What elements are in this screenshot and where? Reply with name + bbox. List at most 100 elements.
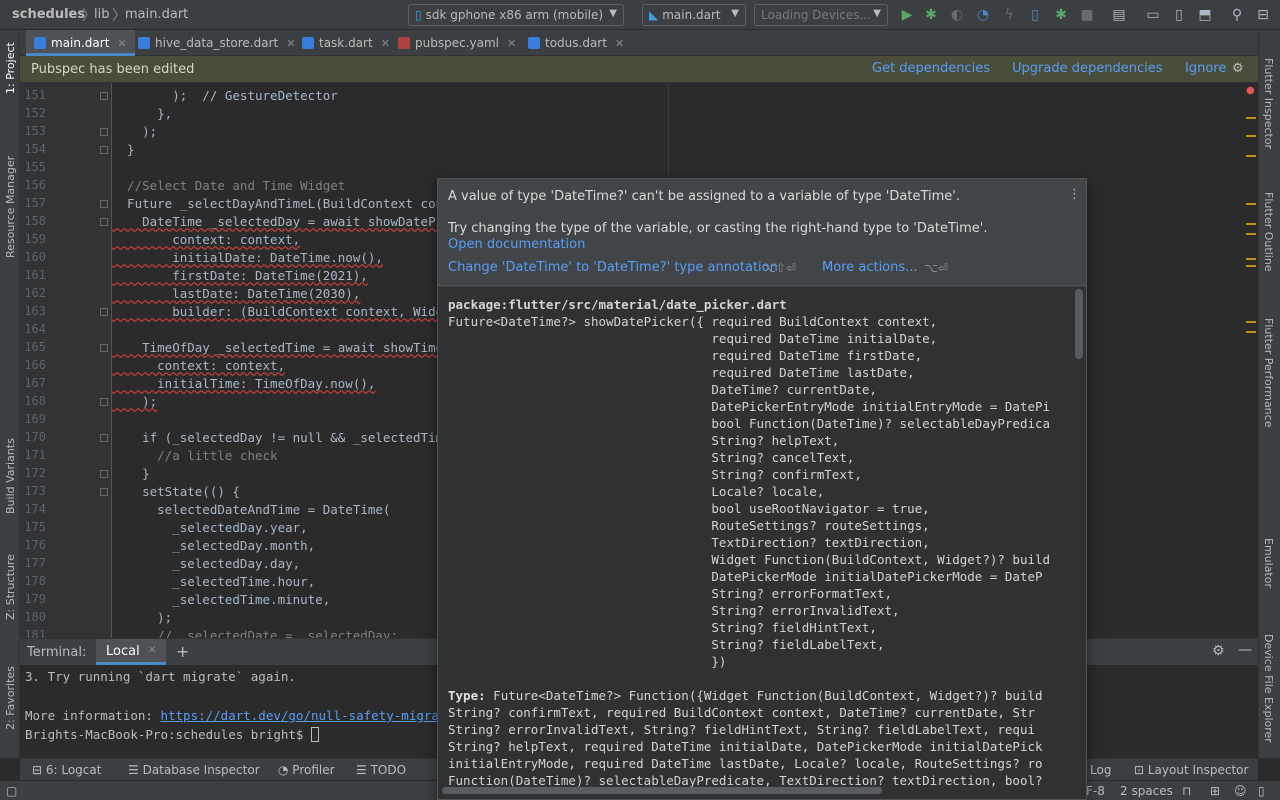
doc-signature-line: bool useRootNavigator = true, — [448, 501, 930, 516]
fold-marker-icon[interactable] — [100, 218, 108, 226]
tab-pubspec-yaml[interactable]: pubspec.yaml ✕ — [390, 30, 524, 56]
close-icon[interactable]: ✕ — [117, 37, 126, 50]
doc-signature-line: String? fieldLabelText, — [448, 637, 885, 652]
code-line: _selectedTime.hour, — [112, 574, 316, 589]
terminal-link[interactable]: https://dart.dev/go/null-safety-migratio… — [160, 708, 469, 723]
close-icon[interactable]: ✕ — [615, 37, 624, 50]
documentation-body[interactable]: package:flutter/src/material/date_picker… — [438, 287, 1086, 799]
flutter-outline-tool-button[interactable]: Flutter Outline — [1262, 192, 1275, 272]
quick-fix-link[interactable]: Change 'DateTime' to 'DateTime?' type an… — [448, 260, 778, 275]
fold-marker-icon[interactable] — [100, 200, 108, 208]
event-log-icon[interactable]: ▢ — [6, 784, 17, 798]
run-icon[interactable]: ▶ — [898, 6, 916, 24]
project-structure-icon[interactable]: ▤ — [1110, 6, 1128, 24]
close-icon[interactable]: ✕ — [381, 37, 390, 50]
terminal-line: 3. Try running `dart migrate` again. — [25, 669, 296, 684]
error-indicator-icon[interactable]: ● — [1246, 85, 1255, 96]
encoding-indicator[interactable]: F-8 — [1086, 784, 1105, 798]
gear-icon[interactable]: ⚙ — [1212, 643, 1225, 659]
fold-marker-icon[interactable] — [100, 308, 108, 316]
readonly-lock-icon[interactable]: ⊓ — [1182, 784, 1191, 798]
ignore-link[interactable]: Ignore — [1185, 61, 1226, 76]
resource-manager-tool-button[interactable]: Resource Manager — [4, 156, 17, 258]
layout-inspector-tool-button[interactable]: ⊡ Layout Inspector — [1134, 763, 1248, 777]
more-actions-link[interactable]: More actions... — [822, 260, 918, 275]
warning-marker[interactable] — [1246, 331, 1256, 333]
flutter-performance-tool-button[interactable]: Flutter Performance — [1262, 318, 1275, 427]
doc-signature-line: String? errorFormatText, — [448, 586, 893, 601]
new-terminal-plus-icon[interactable]: + — [176, 642, 189, 661]
warning-marker[interactable] — [1246, 265, 1256, 267]
log-tool-button[interactable]: Log — [1090, 763, 1111, 777]
terminal-icon[interactable]: ▭ — [1144, 6, 1162, 24]
flutter-inspector-tool-button[interactable]: Flutter Inspector — [1262, 58, 1275, 149]
search-icon[interactable]: ⚲ — [1228, 6, 1246, 24]
breadcrumb-project[interactable]: schedules — [12, 7, 85, 22]
structure-tool-button[interactable]: Z: Structure — [4, 554, 17, 620]
doc-horizontal-scrollbar[interactable] — [442, 787, 882, 794]
indent-indicator[interactable]: 2 spaces — [1120, 784, 1173, 798]
attach-icon[interactable]: ◐ — [948, 6, 966, 24]
tab-task-dart[interactable]: task.dart ✕ — [294, 30, 398, 56]
device-file-explorer-tool-button[interactable]: Device File Explorer — [1262, 634, 1275, 743]
tab-main-dart[interactable]: main.dart ✕ — [26, 30, 135, 56]
quick-documentation-popup[interactable]: A value of type 'DateTime?' can't be ass… — [437, 178, 1087, 800]
get-dependencies-link[interactable]: Get dependencies — [872, 61, 990, 76]
breadcrumb-file[interactable]: main.dart — [125, 7, 188, 22]
gear-icon[interactable]: ⚙ — [1232, 61, 1244, 76]
logcat-tool-button[interactable]: ⊟ 6: Logcat — [32, 763, 101, 777]
hot-reload-icon[interactable]: ϟ — [1000, 6, 1018, 24]
fold-marker-icon[interactable] — [100, 92, 108, 100]
sdk-manager-icon[interactable]: ⬒ — [1196, 6, 1214, 24]
tab-hive-data-store[interactable]: hive_data_store.dart ✕ — [130, 30, 303, 56]
database-inspector-tool-button[interactable]: ☰ Database Inspector — [128, 763, 260, 777]
inspector-face-icon[interactable]: ☺ — [1234, 784, 1247, 798]
open-documentation-link[interactable]: Open documentation — [448, 237, 585, 252]
run-config-selector[interactable]: ◣ main.dart ▼ — [642, 4, 746, 26]
warning-marker[interactable] — [1246, 321, 1256, 323]
memory-indicator-icon[interactable]: ▯ — [1258, 784, 1265, 798]
favorites-tool-button[interactable]: 2: Favorites — [4, 666, 17, 730]
warning-marker[interactable] — [1246, 135, 1256, 137]
fold-marker-icon[interactable] — [100, 488, 108, 496]
profiler-tool-button[interactable]: ◔ Profiler — [278, 763, 335, 777]
upgrade-dependencies-link[interactable]: Upgrade dependencies — [1012, 61, 1162, 76]
stop-icon[interactable]: ■ — [1078, 6, 1096, 24]
collapse-icon[interactable]: ⊟ — [1254, 6, 1272, 24]
breadcrumb-folder[interactable]: lib — [94, 7, 109, 22]
more-options-icon[interactable]: ⋮ — [1068, 187, 1081, 202]
warning-marker[interactable] — [1246, 155, 1256, 157]
profile-icon[interactable]: ◔ — [974, 6, 992, 24]
fold-marker-icon[interactable] — [100, 434, 108, 442]
code-line: } — [112, 466, 150, 481]
project-tool-button[interactable]: 1: Project — [4, 42, 17, 94]
line-number: 178 — [24, 574, 46, 588]
fold-marker-icon[interactable] — [100, 146, 108, 154]
fold-marker-icon[interactable] — [100, 398, 108, 406]
device-selector[interactable]: ▯ sdk gphone x86 arm (mobile) ▼ — [408, 4, 624, 26]
emulator-tool-button[interactable]: Emulator — [1262, 538, 1275, 588]
debug-icon[interactable]: ✱ — [922, 6, 940, 24]
avd-manager-icon[interactable]: ▯ — [1170, 6, 1188, 24]
git-icon[interactable]: ⊞ — [1210, 784, 1220, 798]
debug-attach-icon[interactable]: ✱ — [1052, 6, 1070, 24]
warning-marker[interactable] — [1246, 117, 1256, 119]
fold-marker-icon[interactable] — [100, 128, 108, 136]
fold-marker-icon[interactable] — [100, 470, 108, 478]
devices-selector[interactable]: Loading Devices... ▼ — [754, 4, 888, 26]
close-icon[interactable]: ✕ — [507, 37, 516, 50]
apply-changes-icon[interactable]: ▯ — [1026, 6, 1044, 24]
todo-tool-button[interactable]: ☰ TODO — [356, 763, 406, 777]
close-icon[interactable]: ✕ — [148, 645, 156, 656]
logcat-icon: ⊟ — [32, 763, 46, 777]
warning-marker[interactable] — [1246, 258, 1256, 260]
warning-marker[interactable] — [1246, 233, 1256, 235]
tab-todus-dart[interactable]: todus.dart ✕ — [520, 30, 632, 56]
fold-marker-icon[interactable] — [100, 344, 108, 352]
doc-vertical-scrollbar[interactable] — [1075, 289, 1083, 359]
build-variants-tool-button[interactable]: Build Variants — [4, 438, 17, 514]
tab-terminal-local[interactable]: Local ✕ — [96, 639, 166, 665]
minimize-icon[interactable]: — — [1238, 642, 1252, 658]
warning-marker[interactable] — [1246, 223, 1256, 225]
warning-marker[interactable] — [1246, 203, 1256, 205]
